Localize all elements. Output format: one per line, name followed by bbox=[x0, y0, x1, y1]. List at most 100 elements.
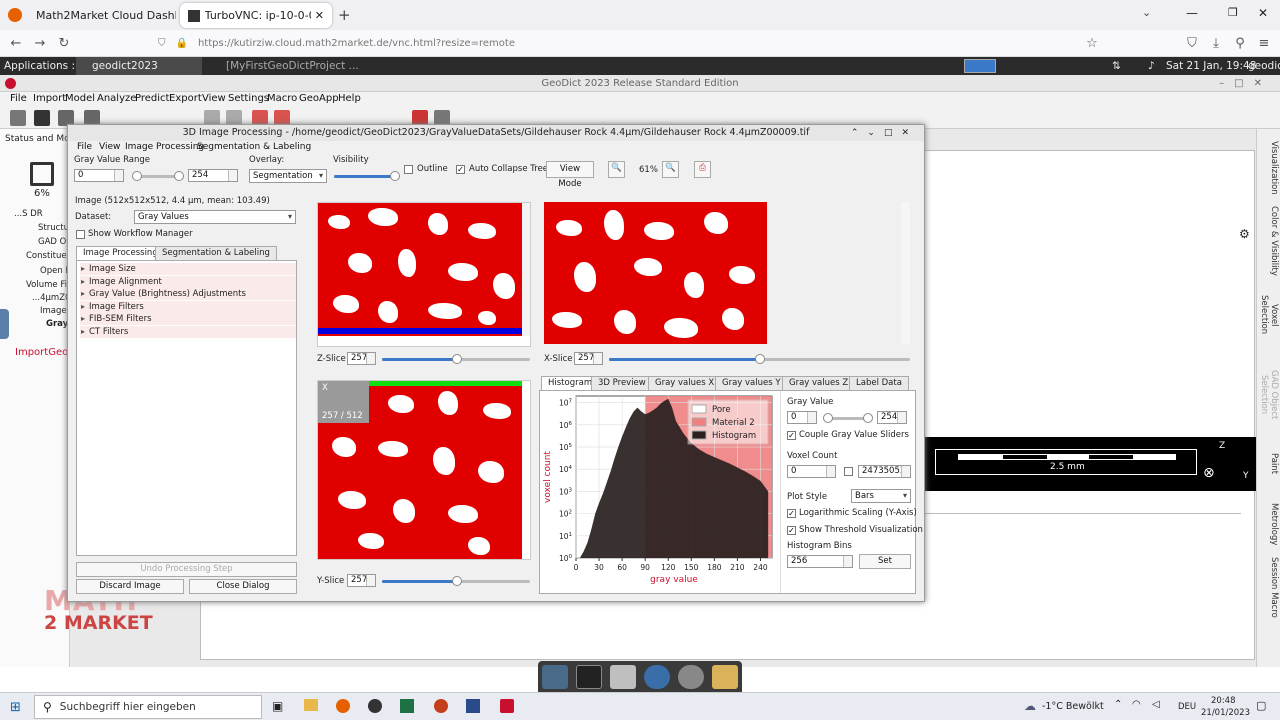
tab-color-visibility[interactable]: Color & Visibility bbox=[1259, 203, 1279, 279]
close-tab-icon[interactable]: ✕ bbox=[315, 9, 324, 22]
tray-chevron-icon[interactable]: ⌃ bbox=[1114, 699, 1122, 710]
z-slice-slider[interactable] bbox=[382, 354, 530, 364]
close-window-icon[interactable]: ✕ bbox=[1258, 6, 1268, 20]
pocket-icon[interactable]: ⛉ bbox=[1182, 34, 1202, 54]
dialog-window-controls[interactable]: ⌃⌄□✕ bbox=[851, 125, 918, 141]
snapshot-button[interactable]: ⎙ bbox=[694, 161, 711, 178]
discard-image-button[interactable]: Discard Image bbox=[76, 579, 184, 594]
home-folder-icon[interactable] bbox=[610, 665, 636, 689]
tree-item-7[interactable]: Image bbox=[40, 306, 67, 316]
app-icon[interactable] bbox=[466, 699, 480, 713]
voxel-min-input[interactable]: 0 bbox=[787, 465, 836, 478]
dataset-select[interactable]: Gray Values bbox=[134, 210, 296, 224]
tree-image-size[interactable]: Image Size bbox=[80, 263, 296, 275]
taskbar-date[interactable]: 21/01/2023 bbox=[1201, 708, 1250, 718]
threshold-vis-checkbox[interactable]: ✓ bbox=[787, 526, 796, 535]
language-indicator[interactable]: DEU bbox=[1178, 702, 1196, 712]
back-icon[interactable]: ← bbox=[6, 34, 26, 54]
settings-gear-icon[interactable]: ⚙ bbox=[1239, 227, 1250, 241]
y-slice-input[interactable]: 257 bbox=[347, 574, 376, 587]
histogram-bins-set-button[interactable]: Set bbox=[859, 554, 911, 569]
tree-image-filters[interactable]: Image Filters bbox=[80, 301, 296, 313]
x-slice-slider[interactable] bbox=[609, 354, 910, 364]
tab-segmentation-labeling[interactable]: Segmentation & Labeling bbox=[155, 246, 277, 260]
forward-icon[interactable]: → bbox=[30, 34, 50, 54]
taskbar-window-geodict[interactable]: geodict2023 bbox=[76, 57, 202, 75]
tree-item-3[interactable]: Constituen bbox=[26, 251, 72, 261]
hist-gray-slider[interactable] bbox=[823, 413, 873, 423]
tab-label-data[interactable]: Label Data bbox=[849, 376, 909, 390]
new-tab-icon[interactable]: + bbox=[338, 6, 351, 24]
tab-image-processing[interactable]: Image Processing bbox=[76, 246, 165, 260]
explorer-icon[interactable] bbox=[304, 699, 318, 711]
menu-model[interactable]: Model bbox=[65, 93, 95, 104]
clock[interactable]: Sat 21 Jan, 19:48 bbox=[1166, 57, 1256, 75]
tree-fib-sem-filters[interactable]: FIB-SEM Filters bbox=[80, 313, 296, 325]
download-icon[interactable]: ⤓ bbox=[1206, 34, 1226, 54]
tree-item-8[interactable]: Gray bbox=[46, 319, 68, 329]
close-dialog-button[interactable]: Close Dialog bbox=[189, 579, 297, 594]
tree-item-2[interactable]: GAD O bbox=[38, 237, 66, 247]
menu-view[interactable]: View bbox=[202, 93, 226, 104]
tab-metrology[interactable]: Metrology bbox=[1259, 499, 1279, 549]
visibility-slider[interactable] bbox=[334, 171, 400, 181]
z-slice-input[interactable]: 257 bbox=[347, 352, 376, 365]
menu-geoapp[interactable]: GeoApp bbox=[299, 93, 339, 104]
tab-list-icon[interactable]: ⌄ bbox=[1142, 6, 1151, 19]
workflow-manager-checkbox[interactable] bbox=[76, 230, 85, 239]
search-magnifier-icon[interactable] bbox=[678, 665, 704, 689]
folder-icon[interactable] bbox=[10, 110, 26, 126]
bookmark-star-icon[interactable]: ☆ bbox=[1082, 34, 1102, 54]
hist-gray-min-input[interactable]: 0 bbox=[787, 411, 817, 424]
tree-item-1[interactable]: Structu bbox=[38, 223, 69, 233]
terminal-icon[interactable] bbox=[576, 665, 602, 689]
menu-file[interactable]: File bbox=[10, 93, 27, 104]
tab-3d-preview[interactable]: 3D Preview bbox=[591, 376, 653, 390]
tab-gray-values-z[interactable]: Gray values Z bbox=[782, 376, 856, 390]
z-slice-view[interactable] bbox=[317, 202, 531, 347]
dialog-menu-file[interactable]: File bbox=[77, 142, 92, 152]
dialog-menu-view[interactable]: View bbox=[99, 142, 120, 152]
plot-style-select[interactable]: Bars bbox=[851, 489, 911, 503]
applications-menu[interactable]: Applications : bbox=[4, 57, 75, 75]
network-icon[interactable]: ⇅ bbox=[1112, 57, 1121, 75]
browser-tab-dashboard[interactable]: Math2Market Cloud Dashboard (wo bbox=[28, 3, 176, 28]
firefox-taskbar-icon[interactable] bbox=[336, 699, 350, 713]
x-slice-vscroll[interactable] bbox=[901, 202, 910, 344]
taskbar-window-project[interactable]: [MyFirstGeoDictProject ... bbox=[210, 57, 359, 75]
y-slice-view[interactable]: X 257 / 512 bbox=[317, 380, 531, 560]
hist-gray-max-input[interactable]: 254 bbox=[877, 411, 907, 424]
menu-macro[interactable]: Macro bbox=[267, 93, 297, 104]
range-min-input[interactable]: 0 bbox=[74, 169, 124, 182]
tree-ct-filters[interactable]: CT Filters bbox=[80, 326, 296, 338]
tab-voxel-selection[interactable]: Voxel Selection bbox=[1259, 283, 1279, 347]
x-slice-input[interactable]: 257 bbox=[574, 352, 603, 365]
cube-icon[interactable] bbox=[34, 110, 50, 126]
zoom-in-button[interactable]: 🔍 bbox=[662, 161, 679, 178]
url-bar[interactable]: ⛉ 🔒 https://kutirziw.cloud.math2market.d… bbox=[158, 33, 1080, 54]
powerpoint-icon[interactable] bbox=[434, 699, 448, 713]
menu-export[interactable]: Export bbox=[169, 93, 202, 104]
range-slider[interactable] bbox=[132, 171, 184, 181]
extensions-icon[interactable]: ⚲ bbox=[1230, 34, 1250, 54]
obs-icon[interactable] bbox=[368, 699, 382, 713]
tab-paint[interactable]: Paint bbox=[1259, 451, 1279, 477]
task-view-icon[interactable]: ▣ bbox=[272, 699, 283, 713]
undo-processing-button[interactable]: Undo Processing Step bbox=[76, 562, 297, 577]
menu-icon[interactable]: ≡ bbox=[1254, 34, 1274, 54]
browser-globe-icon[interactable] bbox=[644, 665, 670, 689]
view-mode-button[interactable]: View Mode bbox=[546, 161, 594, 189]
outline-checkbox[interactable] bbox=[404, 165, 413, 174]
windows-start-icon[interactable]: ⊞ bbox=[10, 700, 21, 715]
tab-gray-values-x[interactable]: Gray values X bbox=[648, 376, 722, 390]
y-slice-slider[interactable] bbox=[382, 576, 530, 586]
user-menu[interactable]: geodict bbox=[1248, 57, 1280, 75]
log-scaling-checkbox[interactable]: ✓ bbox=[787, 509, 796, 518]
menu-predict[interactable]: Predict bbox=[135, 93, 169, 104]
menu-help[interactable]: Help bbox=[338, 93, 361, 104]
x-slice-view[interactable] bbox=[544, 202, 910, 347]
tab-session-macro[interactable]: Session Macro bbox=[1259, 555, 1279, 619]
auto-collapse-checkbox[interactable]: ✓ bbox=[456, 165, 465, 174]
notification-bell-icon[interactable]: ♪ bbox=[1148, 57, 1155, 75]
excel-icon[interactable] bbox=[400, 699, 414, 713]
